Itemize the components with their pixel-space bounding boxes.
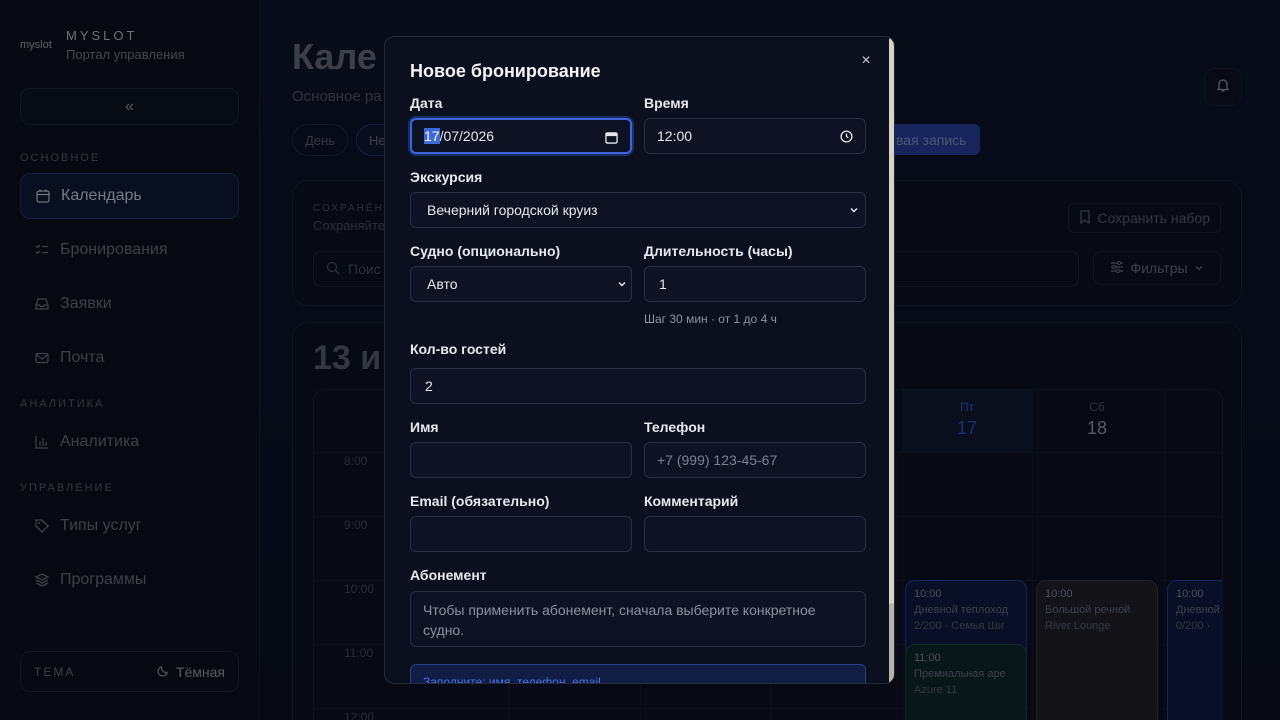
chevron-down-icon — [615, 277, 629, 291]
excursion-select[interactable]: Вечерний городской круиз — [410, 192, 866, 228]
modal-title: Новое бронирование — [410, 61, 601, 81]
subscription-label: Абонемент — [410, 567, 487, 583]
calendar-icon[interactable] — [604, 130, 618, 144]
duration-hint: Шаг 30 мин · от 1 до 4 ч — [644, 312, 777, 326]
phone-input[interactable]: +7 (999) 123-45-67 — [644, 442, 866, 478]
chevron-down-icon — [847, 203, 861, 217]
email-input[interactable] — [410, 516, 632, 552]
date-rest: /07/2026 — [439, 128, 495, 144]
subscription-message: Чтобы применить абонемент, сначала выбер… — [410, 591, 866, 647]
vessel-label: Судно (опционально) — [410, 243, 561, 259]
date-input[interactable]: 17/07/2026 — [410, 118, 632, 154]
duration-value: 1 — [659, 276, 667, 292]
date-label: Дата — [410, 95, 443, 111]
guests-label: Кол-во гостей — [410, 341, 507, 357]
scrollbar-thumb[interactable] — [889, 603, 894, 683]
duration-input[interactable]: 1 — [644, 266, 866, 302]
vessel-value: Авто — [427, 276, 458, 292]
excursion-label: Экскурсия — [410, 169, 483, 185]
vessel-select[interactable]: Авто — [410, 266, 632, 302]
name-label: Имя — [410, 419, 439, 435]
comment-input[interactable] — [644, 516, 866, 552]
scrollbar-track[interactable] — [889, 37, 894, 683]
email-label: Email (обязательно) — [410, 493, 550, 509]
time-value: 12:00 — [657, 128, 693, 144]
phone-label: Телефон — [644, 419, 706, 435]
guests-input[interactable]: 2 — [410, 368, 866, 404]
excursion-value: Вечерний городской круиз — [427, 202, 598, 218]
time-label: Время — [644, 95, 689, 111]
duration-label: Длительность (часы) — [644, 243, 793, 259]
clock-icon[interactable] — [839, 129, 853, 143]
new-booking-modal: Новое бронирование × Дата 17/07/2026 Вре… — [384, 36, 895, 684]
comment-label: Комментарий — [644, 493, 739, 509]
date-day-segment: 17 — [424, 128, 440, 144]
phone-placeholder: +7 (999) 123-45-67 — [657, 452, 778, 468]
close-icon[interactable]: × — [858, 52, 874, 69]
name-input[interactable] — [410, 442, 632, 478]
time-input[interactable]: 12:00 — [644, 118, 866, 154]
required-fields-notice: Заполните: имя, телефон, email — [410, 664, 866, 683]
guests-value: 2 — [425, 378, 433, 394]
